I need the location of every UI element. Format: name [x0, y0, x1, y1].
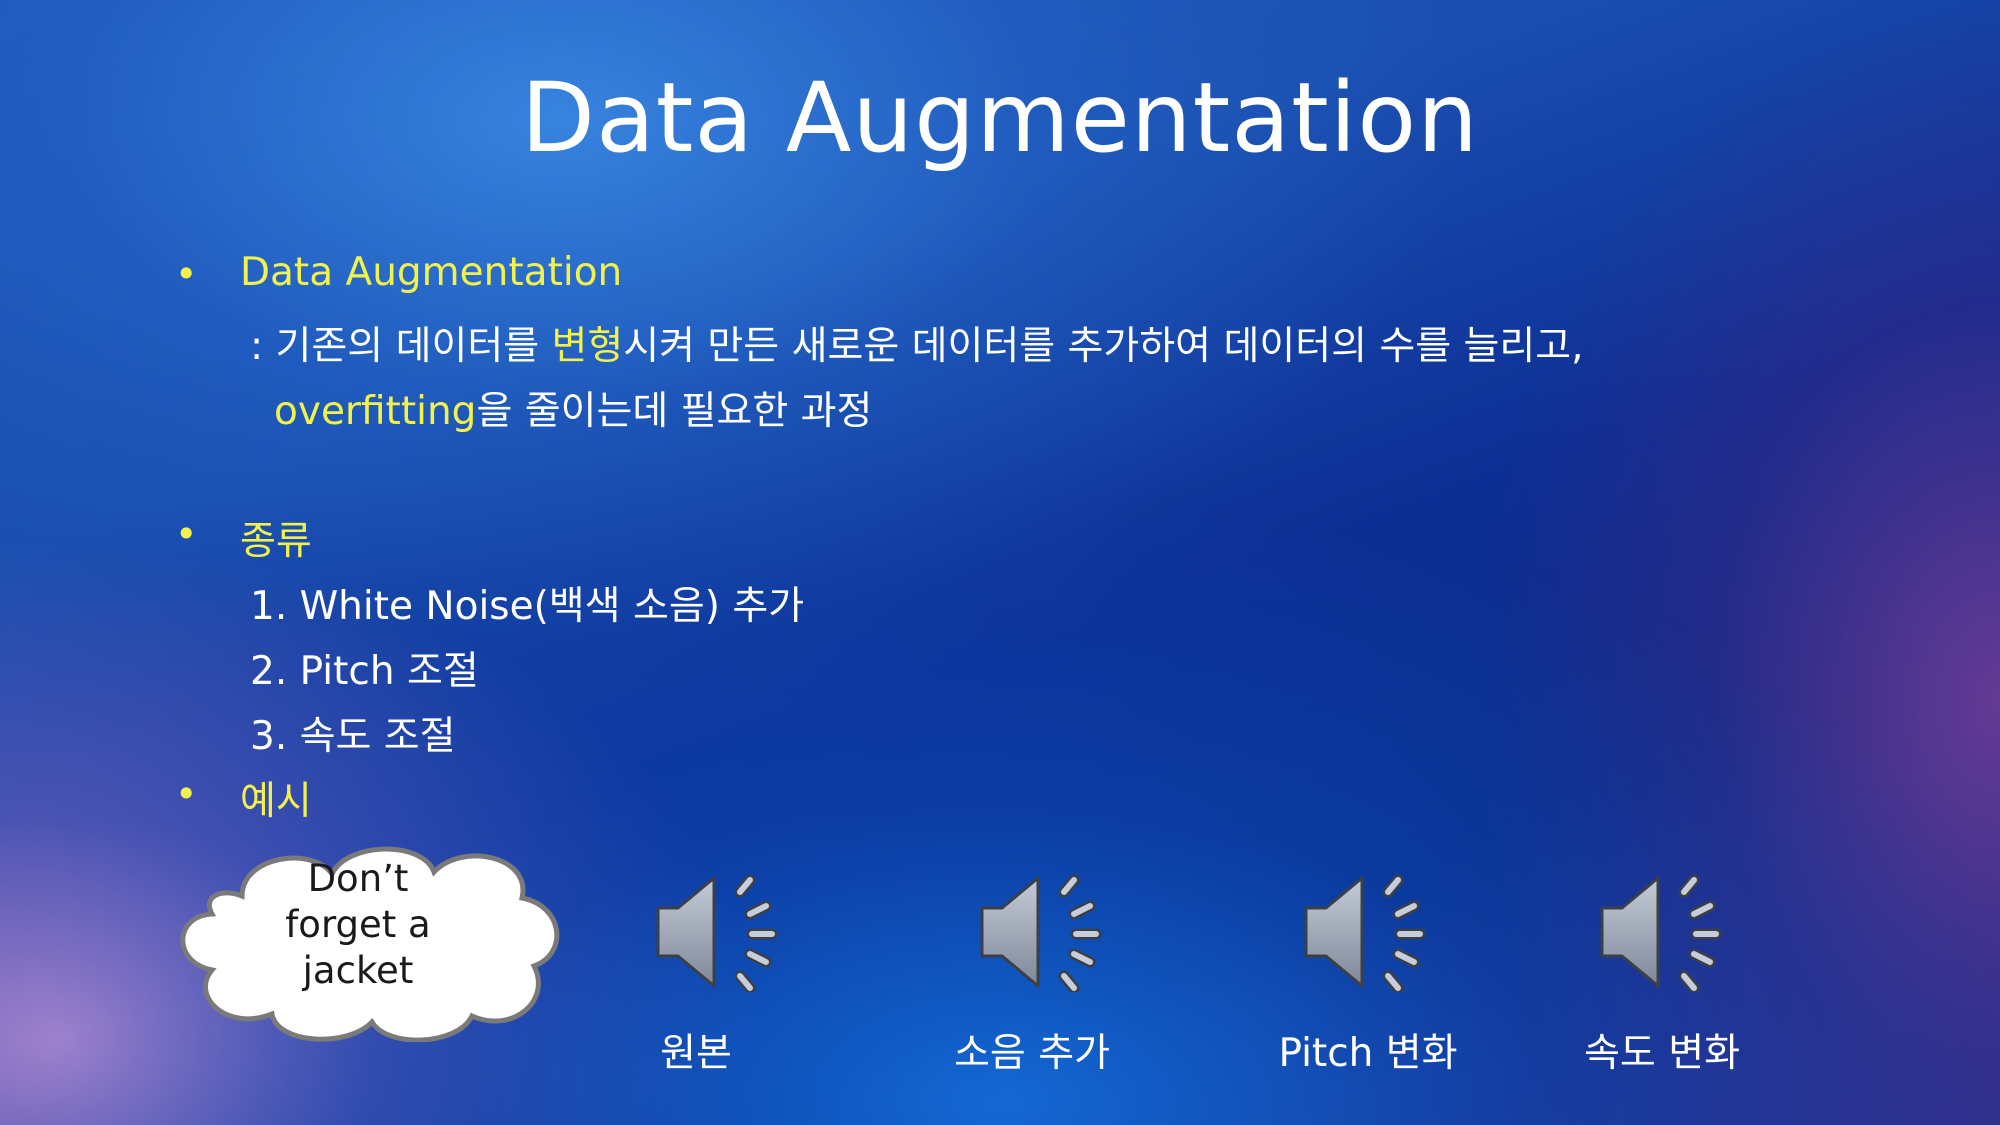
definition-text-prefix: : 기존의 데이터를 [250, 324, 552, 369]
audio-label-pitch: Pitch 변화 [1278, 1031, 1458, 1076]
definition-line-1: : 기존의 데이터를 변형시켜 만든 새로운 데이터를 추가하여 데이터의 수를… [250, 315, 1584, 371]
cloud-text-line: Don’t [307, 857, 409, 900]
speaker-icon[interactable] [1596, 872, 1728, 992]
cloud-text: Don’t forget a jacket [172, 856, 544, 994]
audio-label-original: 원본 [660, 1031, 732, 1076]
definition-highlight-transform: 변형 [551, 324, 624, 369]
bullet-marker: • [175, 252, 198, 296]
definition-line-2: overfitting을 줄이는데 필요한 과정 [274, 380, 872, 436]
speaker-icon[interactable] [652, 872, 784, 992]
speaker-icon[interactable] [976, 872, 1108, 992]
type-item: 2. Pitch 조절 [250, 649, 479, 694]
type-item: 1. White Noise(백색 소음) 추가 [250, 584, 805, 629]
audio-label-noise: 소음 추가 [954, 1031, 1110, 1076]
audio-label-speed: 속도 변화 [1584, 1031, 1740, 1076]
definition-text-end: 을 줄이는데 필요한 과정 [476, 389, 873, 434]
speaker-icon[interactable] [1300, 872, 1432, 992]
section-heading-types: 종류 [240, 519, 312, 564]
bullet-marker: • [175, 512, 198, 556]
definition-highlight-overfitting: overfitting [274, 389, 477, 434]
section-heading-data-augmentation: Data Augmentation [240, 250, 623, 295]
section-heading-examples: 예시 [240, 779, 312, 824]
cloud-text-line: jacket [302, 949, 414, 992]
slide-title: Data Augmentation [521, 62, 1479, 174]
cloud-text-line: forget a [285, 903, 431, 946]
bullet-marker: • [175, 772, 198, 816]
type-item: 3. 속도 조절 [250, 714, 456, 759]
definition-text-suffix: 시켜 만든 새로운 데이터를 추가하여 데이터의 수를 늘리고, [623, 324, 1584, 369]
